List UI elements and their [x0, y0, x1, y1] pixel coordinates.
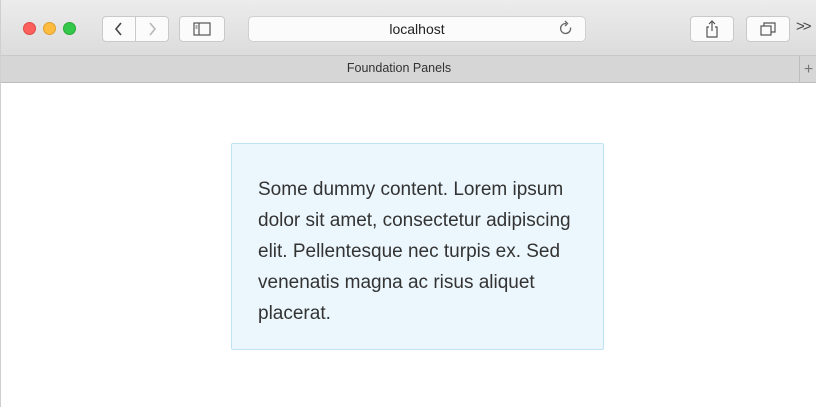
url-text: localhost — [389, 21, 445, 37]
sidebar-toggle-button[interactable] — [179, 16, 225, 42]
back-button[interactable] — [102, 16, 136, 42]
chevron-right-icon — [149, 22, 157, 36]
close-window-button[interactable] — [23, 22, 36, 35]
chevron-left-icon — [114, 22, 122, 36]
new-tab-button[interactable]: + — [799, 56, 816, 83]
reload-icon — [559, 20, 572, 35]
page-content: Some dummy content. Lorem ipsum dolor si… — [1, 83, 816, 407]
reload-button[interactable] — [558, 20, 574, 41]
panel: Some dummy content. Lorem ipsum dolor si… — [231, 143, 604, 350]
share-icon — [706, 20, 718, 38]
tab-overview-button[interactable] — [746, 16, 790, 42]
tabs-overview-icon — [760, 22, 776, 36]
sidebar-icon — [193, 22, 211, 36]
maximize-window-button[interactable] — [63, 22, 76, 35]
forward-button[interactable] — [135, 16, 169, 42]
address-bar[interactable]: localhost — [248, 16, 586, 42]
panel-text: Some dummy content. Lorem ipsum dolor si… — [258, 179, 571, 324]
chevron-double-right-icon[interactable]: >> — [796, 18, 811, 35]
share-button[interactable] — [690, 16, 734, 42]
browser-window: localhost >> Foundation Panels + Some du… — [0, 0, 816, 407]
minimize-window-button[interactable] — [43, 22, 56, 35]
tab-bar: Foundation Panels + — [1, 56, 816, 83]
plus-icon: + — [803, 60, 814, 78]
tab-active[interactable]: Foundation Panels — [1, 61, 797, 75]
browser-toolbar: localhost >> — [1, 0, 816, 56]
